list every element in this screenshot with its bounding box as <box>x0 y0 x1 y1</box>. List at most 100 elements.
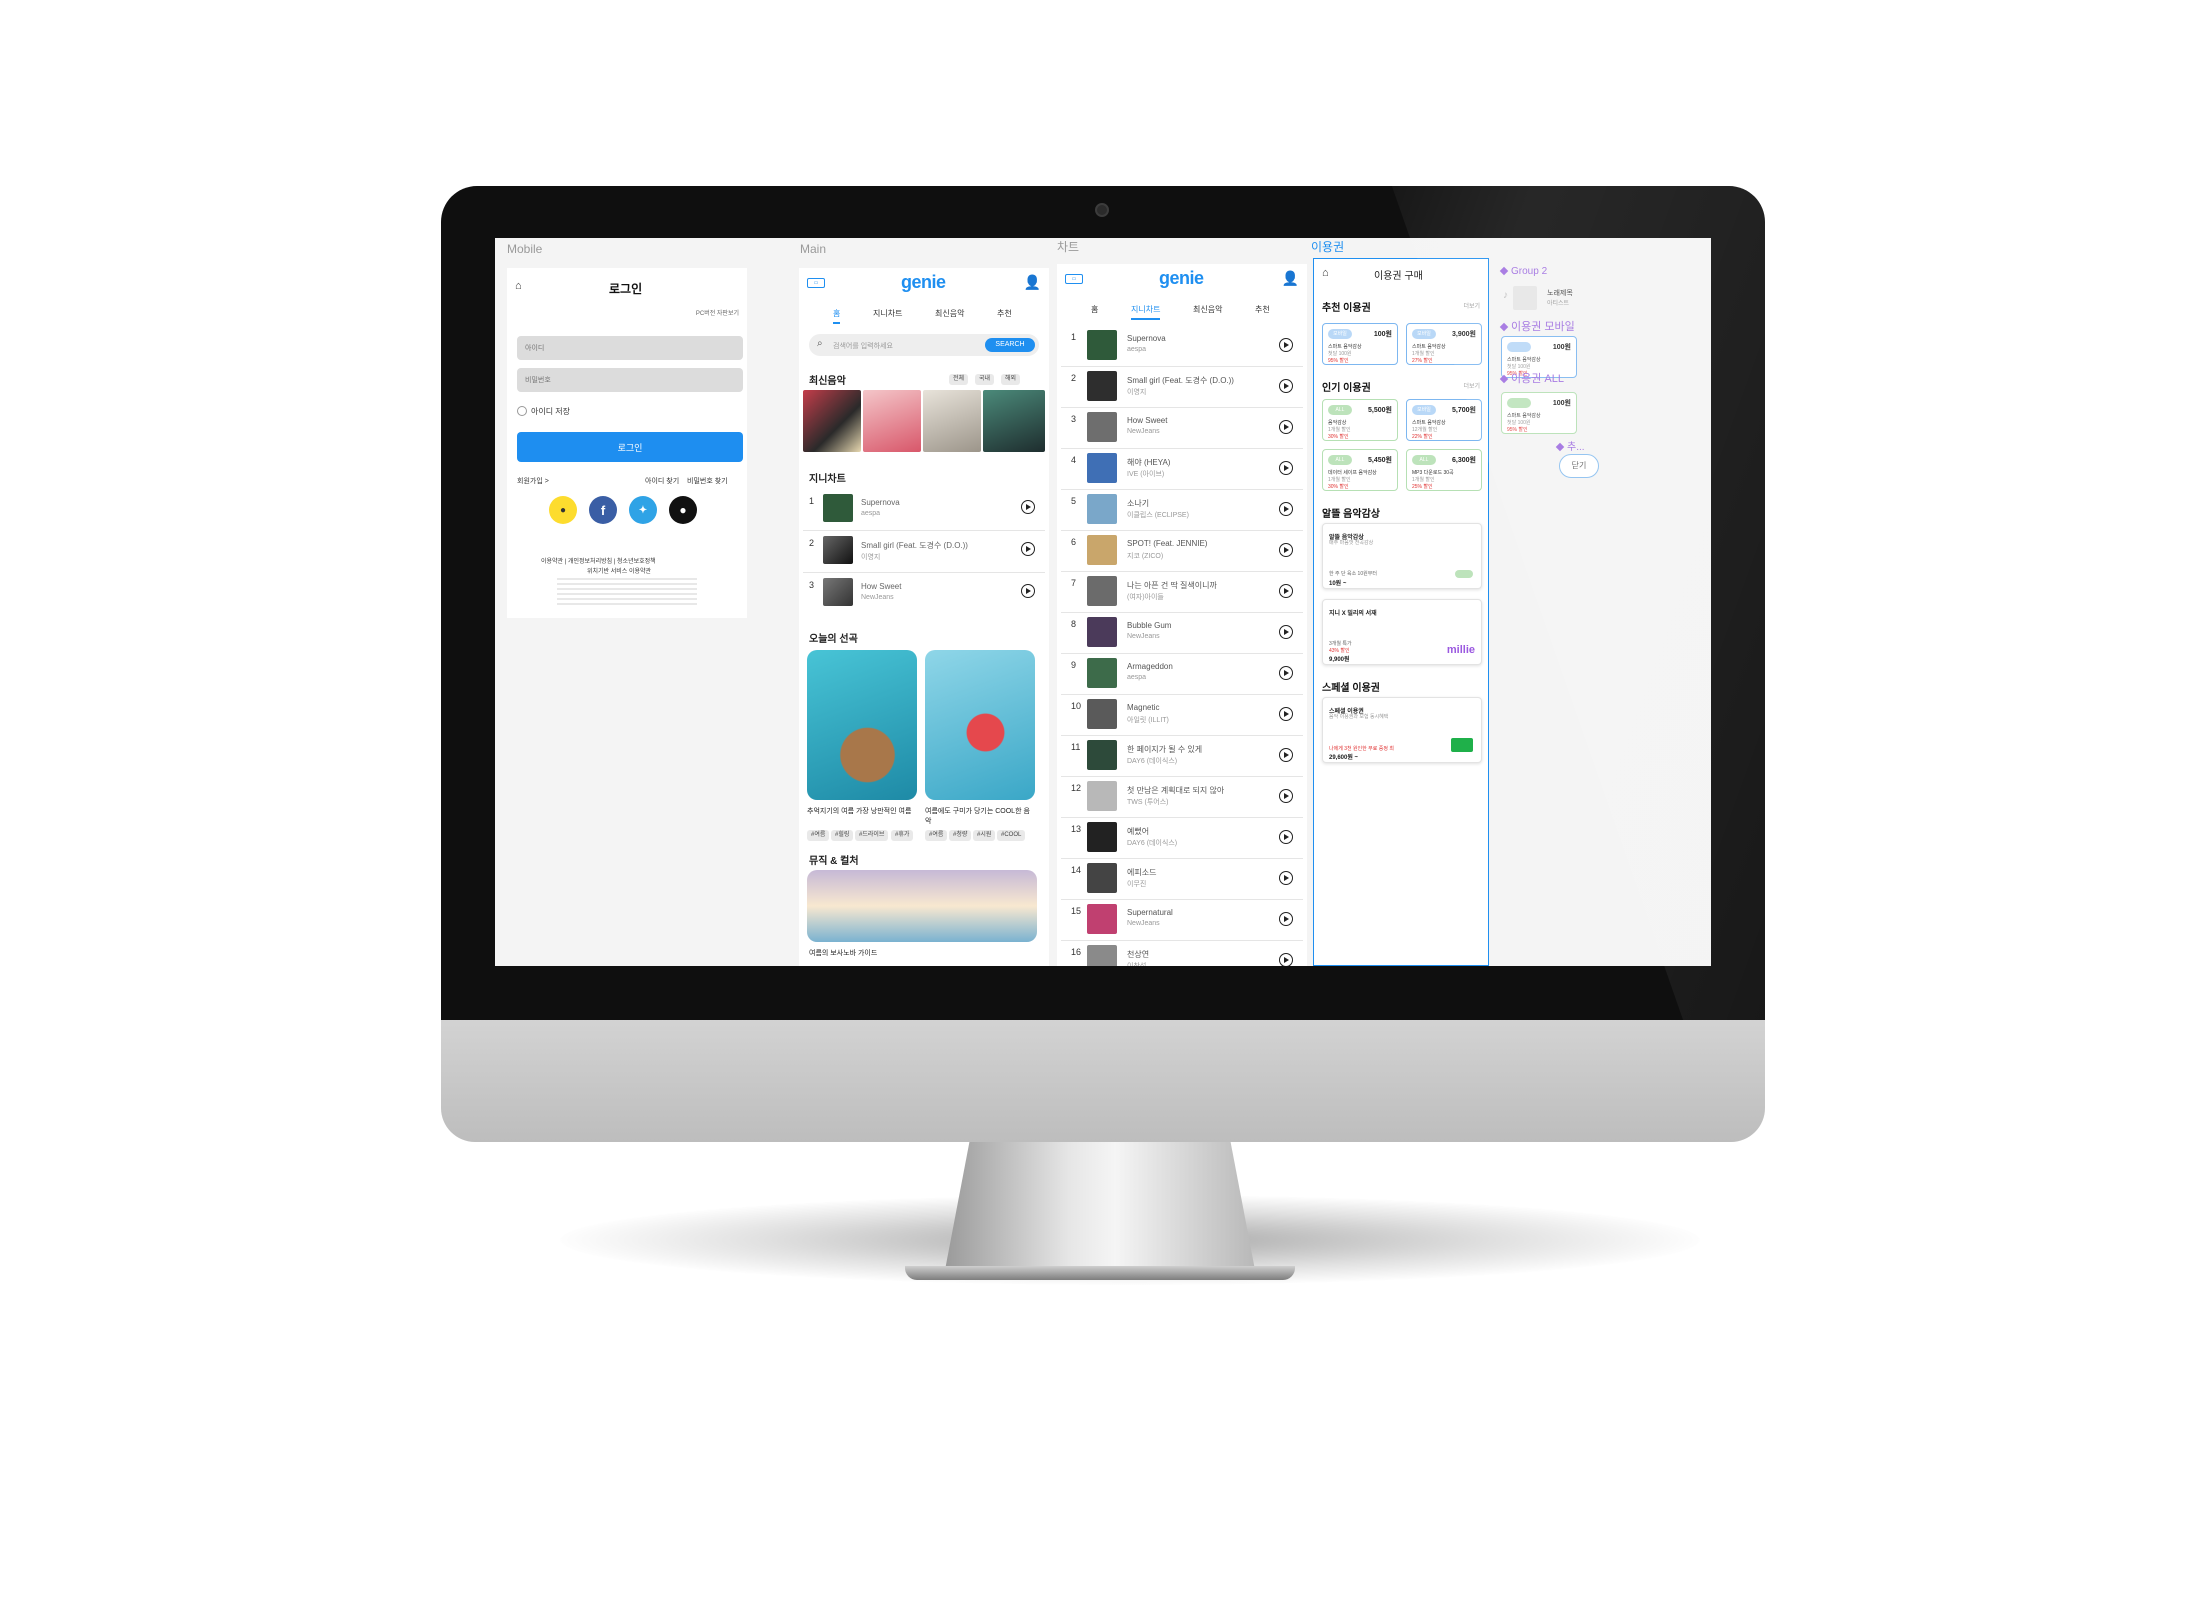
find-pw-link[interactable]: 비밀번호 찾기 <box>687 476 728 486</box>
table-row[interactable]: 14 에피소드 이무진 <box>1057 859 1307 899</box>
pass-icon[interactable]: ▭ <box>807 278 825 288</box>
find-id-link[interactable]: 아이디 찾기 <box>645 476 679 486</box>
facebook-login-icon[interactable]: f <box>589 496 617 524</box>
pass-card[interactable]: 100원 스마트 음악감상 첫달 100원 95% 할인 <box>1501 392 1577 434</box>
play-icon[interactable] <box>1279 625 1293 639</box>
play-icon[interactable] <box>1279 502 1293 516</box>
table-row[interactable]: 7 나는 아픈 건 딱 질색이니까 (여자)아이들 <box>1057 572 1307 612</box>
pass-card[interactable]: ALL 5,500원 음악감상 1개월 할인 30% 할인 <box>1322 399 1398 441</box>
table-row[interactable]: 5 소나기 이클립스 (ECLIPSE) <box>1057 490 1307 530</box>
user-icon[interactable]: 👤 <box>1024 274 1041 291</box>
pass-card[interactable]: ALL 6,300원 MP3 다운로드 30곡 1개월 할인 25% 할인 <box>1406 449 1482 491</box>
table-row[interactable]: 6 SPOT! (Feat. JENNIE) 지코 (ZICO) <box>1057 531 1307 571</box>
pass-card[interactable]: ALL 5,450원 데이터 세이프 음악감상 1개월 할인 30% 할인 <box>1322 449 1398 491</box>
more-link[interactable]: 더보기 <box>1463 381 1480 390</box>
apple-login-icon[interactable]: ● <box>669 496 697 524</box>
culture-banner[interactable] <box>807 870 1037 942</box>
list-item[interactable]: 3 How Sweet NewJeans <box>799 574 1049 614</box>
pass-card[interactable]: 모바일 100원 스마트 음악감상 첫달 100원 95% 할인 <box>1322 323 1398 365</box>
tag-chip[interactable]: #여름 <box>807 830 830 841</box>
genie-logo[interactable]: genie <box>901 272 946 293</box>
home-icon[interactable]: ⌂ <box>1322 267 1329 279</box>
footer-links[interactable]: 이용약관 | 개인정보처리방침 | 청소년보호정책 <box>541 556 656 565</box>
table-row[interactable]: 1 Supernova aespa <box>1057 326 1307 366</box>
tag-chip[interactable]: #COOL <box>997 830 1026 841</box>
tag-chip[interactable]: #시원 <box>973 830 996 841</box>
tab-latest[interactable]: 최신음악 <box>935 308 964 319</box>
playlist-cover[interactable] <box>925 650 1035 800</box>
album-cover[interactable] <box>803 390 861 452</box>
play-icon[interactable] <box>1279 543 1293 557</box>
pass-icon[interactable]: ▭ <box>1065 274 1083 284</box>
play-icon[interactable] <box>1021 542 1035 556</box>
filter-foreign[interactable]: 해외 <box>1001 374 1021 385</box>
play-icon[interactable] <box>1279 830 1293 844</box>
pass-card[interactable]: 모바일 5,700원 스마트 음악감상 12개월 할인 22% 할인 <box>1406 399 1482 441</box>
tab-latest[interactable]: 최신음악 <box>1193 304 1222 315</box>
play-icon[interactable] <box>1279 912 1293 926</box>
table-row[interactable]: 15 Supernatural NewJeans <box>1057 900 1307 940</box>
table-row[interactable]: 11 한 페이지가 될 수 있게 DAY6 (데이식스) <box>1057 736 1307 776</box>
pc-version-link[interactable]: PC버전 자판보기 <box>696 308 739 317</box>
play-icon[interactable] <box>1021 584 1035 598</box>
tag-chip[interactable]: #휴가 <box>891 830 914 841</box>
tab-genie-chart[interactable]: 지니차트 <box>873 308 902 319</box>
table-row[interactable]: 9 Armageddon aespa <box>1057 654 1307 694</box>
tag-chip[interactable]: #여름 <box>925 830 948 841</box>
play-icon[interactable] <box>1279 871 1293 885</box>
table-row[interactable]: 3 How Sweet NewJeans <box>1057 408 1307 448</box>
password-input[interactable] <box>517 368 743 392</box>
home-icon[interactable]: ⌂ <box>515 280 522 292</box>
search-button[interactable]: SEARCH <box>985 338 1035 352</box>
save-id-checkbox[interactable] <box>517 406 527 416</box>
special-pass-box[interactable]: 스페셜 이용권 음악 이용권과 보험 동시혜택 나에게 3천 원인한 무료 증정… <box>1322 697 1482 763</box>
playlist-cover[interactable] <box>807 650 917 800</box>
filter-domestic[interactable]: 국내 <box>975 374 995 385</box>
search-bar[interactable]: ⌕ 검색어를 입력하세요 SEARCH <box>809 334 1039 356</box>
tag-chip[interactable]: #청량 <box>949 830 972 841</box>
table-row[interactable]: 13 예뻤어 DAY6 (데이식스) <box>1057 818 1307 858</box>
signup-link[interactable]: 회원가입 > <box>517 476 549 486</box>
filter-all[interactable]: 전체 <box>949 374 969 385</box>
tab-home[interactable]: 홈 <box>833 308 841 324</box>
tab-recommend[interactable]: 추천 <box>997 308 1012 319</box>
tab-home[interactable]: 홈 <box>1091 304 1098 315</box>
album-cover[interactable] <box>923 390 981 452</box>
tab-recommend[interactable]: 추천 <box>1255 304 1270 315</box>
play-icon[interactable] <box>1279 953 1293 966</box>
play-icon[interactable] <box>1279 789 1293 803</box>
tag-chip[interactable]: #힐링 <box>831 830 854 841</box>
table-row[interactable]: 16 천상연이창섭 <box>1057 941 1307 966</box>
twitter-login-icon[interactable]: ✦ <box>629 496 657 524</box>
play-icon[interactable] <box>1279 584 1293 598</box>
tab-genie-chart[interactable]: 지니차트 <box>1131 304 1161 320</box>
id-input[interactable] <box>517 336 743 360</box>
pass-card[interactable]: 모바일 3,900원 스마트 음악감상 1개월 할인 27% 할인 <box>1406 323 1482 365</box>
more-link[interactable]: 더보기 <box>1463 301 1480 310</box>
user-icon[interactable]: 👤 <box>1282 270 1299 287</box>
album-cover[interactable] <box>863 390 921 452</box>
kakao-login-icon[interactable]: ● <box>549 496 577 524</box>
album-cover[interactable] <box>983 390 1045 452</box>
play-icon[interactable] <box>1279 707 1293 721</box>
close-button[interactable]: 닫기 <box>1559 454 1599 478</box>
play-icon[interactable] <box>1021 500 1035 514</box>
play-icon[interactable] <box>1279 748 1293 762</box>
footer-location-terms[interactable]: 위치기반 서비스 이용약관 <box>587 566 651 575</box>
table-row[interactable]: 8 Bubble Gum NewJeans <box>1057 613 1307 653</box>
play-icon[interactable] <box>1279 461 1293 475</box>
table-row[interactable]: 12 첫 만남은 계획대로 되지 않아 TWS (투어스) <box>1057 777 1307 817</box>
table-row[interactable]: 2 Small girl (Feat. 도경수 (D.O.)) 이영지 <box>1057 367 1307 407</box>
go-button[interactable] <box>1455 570 1473 578</box>
smart-pass-box[interactable]: 알뜰 음악감상 매주 마음껏 전곡감상 한 주 단 육소 10원부터 10원 ~ <box>1322 523 1482 589</box>
play-icon[interactable] <box>1279 338 1293 352</box>
list-item[interactable]: 1 Supernova aespa <box>799 490 1049 530</box>
play-icon[interactable] <box>1279 379 1293 393</box>
table-row[interactable]: 10 Magnetic 아일릿 (ILLIT) <box>1057 695 1307 735</box>
login-button[interactable]: 로그인 <box>517 432 743 462</box>
genie-logo[interactable]: genie <box>1159 268 1204 289</box>
play-icon[interactable] <box>1279 666 1293 680</box>
list-item[interactable]: 2 Small girl (Feat. 도경수 (D.O.)) 이영지 <box>799 532 1049 572</box>
tag-chip[interactable]: #드라이브 <box>855 830 889 841</box>
table-row[interactable]: 4 해야 (HEYA) IVE (아이브) <box>1057 449 1307 489</box>
